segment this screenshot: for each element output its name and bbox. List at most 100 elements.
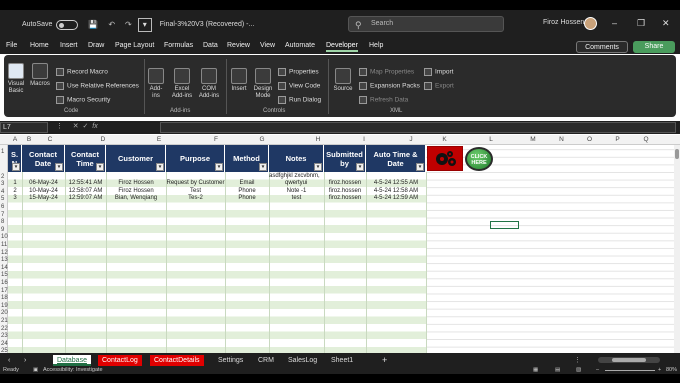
table-cell[interactable]: 10-May-24	[22, 188, 65, 194]
table-cell[interactable]: 06-May-24	[22, 180, 65, 186]
column-header-g[interactable]: G	[247, 136, 277, 143]
design-mode-button[interactable]: Design Mode	[252, 68, 274, 100]
table-header-submitted-by[interactable]: Submitted by ▾	[324, 145, 366, 172]
row-header[interactable]: 16	[1, 280, 8, 286]
com-addins-button[interactable]: COM Add-ins	[197, 68, 221, 100]
row-header[interactable]: 8	[1, 219, 4, 225]
row-header[interactable]: 19	[1, 303, 8, 309]
row-header[interactable]: 17	[1, 288, 8, 294]
macro-security-button[interactable]: Macro Security	[56, 96, 110, 104]
add-sheet-icon[interactable]: +	[378, 355, 391, 366]
enter-icon[interactable]: ✓	[83, 123, 89, 130]
table-cell[interactable]: Firoz Hossen	[106, 188, 166, 194]
tab-home[interactable]: Home	[30, 42, 49, 49]
row-header[interactable]: 10	[1, 234, 8, 240]
zoom-out-icon[interactable]: –	[596, 367, 599, 373]
macros-button[interactable]: Macros	[28, 63, 52, 88]
table-cell[interactable]: Note -1	[269, 188, 324, 194]
table-cell[interactable]: Request by Customer	[166, 180, 225, 186]
tab-draw[interactable]: Draw	[88, 42, 104, 49]
table-cell[interactable]: 15-May-24	[22, 195, 65, 201]
expansion-packs-button[interactable]: Expansion Packs	[359, 82, 420, 90]
tab-contactlog[interactable]: ContactLog	[98, 355, 142, 366]
vertical-scrollbar[interactable]	[674, 145, 680, 353]
table-header-auto-time-date[interactable]: Auto Time & Date ▾	[366, 145, 426, 172]
click-here-button[interactable]: CLICK HERE	[465, 147, 493, 171]
tab-help[interactable]: Help	[369, 42, 383, 49]
zoom-in-icon[interactable]: +	[658, 367, 661, 373]
page-break-view-icon[interactable]: ▧	[576, 367, 581, 373]
table-cell[interactable]: Firoz Hossen	[106, 180, 166, 186]
normal-view-icon[interactable]: ▦	[533, 367, 538, 373]
autosave-toggle[interactable]	[56, 19, 79, 30]
table-cell[interactable]: firoz.hossen	[324, 195, 366, 201]
tab-database[interactable]: Database	[53, 355, 91, 366]
selected-cell[interactable]	[490, 221, 519, 229]
table-cell[interactable]: 1	[8, 180, 22, 186]
column-header-m[interactable]: M	[519, 136, 547, 143]
column-header-h[interactable]: H	[297, 136, 339, 143]
tab-file[interactable]: File	[6, 42, 17, 49]
redo-icon[interactable]: ↷	[125, 20, 132, 29]
row-header[interactable]: 18	[1, 295, 8, 301]
filter-dropdown-icon[interactable]: ▾	[356, 163, 364, 171]
table-cell[interactable]: test	[269, 195, 324, 201]
row-header[interactable]: 9	[1, 227, 4, 233]
row-header[interactable]: 1	[1, 149, 4, 155]
filter-dropdown-icon[interactable]: ▾	[215, 163, 223, 171]
column-header-l[interactable]: L	[463, 136, 519, 143]
table-cell[interactable]: 4-5-24 12:55 AM	[366, 180, 426, 186]
filter-dropdown-icon[interactable]: ▾	[55, 163, 63, 171]
tab-saleslog[interactable]: SalesLog	[284, 355, 321, 366]
record-macro-button[interactable]: Record Macro	[56, 68, 108, 76]
filter-dropdown-icon[interactable]: ▾	[259, 163, 267, 171]
insert-control-button[interactable]: Insert	[229, 68, 249, 93]
tab-sheet1[interactable]: Sheet1	[327, 355, 357, 366]
source-button[interactable]: Source	[332, 68, 354, 93]
restore-icon[interactable]: ❐	[637, 18, 645, 29]
name-box[interactable]: L7	[0, 122, 48, 133]
table-header-notes[interactable]: Notes ▾	[269, 145, 324, 172]
table-cell[interactable]: 12:58:07 AM	[65, 188, 106, 194]
column-header-a[interactable]: A	[8, 136, 22, 143]
column-header-i[interactable]: I	[345, 136, 383, 143]
search-box[interactable]: ⚲ Search	[348, 16, 504, 32]
undo-icon[interactable]: ↶	[108, 20, 115, 29]
row-header[interactable]: 11	[1, 242, 7, 248]
row-header[interactable]: 20	[1, 310, 8, 316]
tab-page-layout[interactable]: Page Layout	[115, 42, 154, 49]
filter-dropdown-icon[interactable]: ▾	[12, 163, 20, 171]
table-cell[interactable]: Email	[225, 180, 269, 186]
column-header-n[interactable]: N	[547, 136, 576, 143]
tab-contactdetails[interactable]: ContactDetails	[150, 355, 204, 366]
column-header-f[interactable]: F	[196, 136, 236, 143]
comments-button[interactable]: Comments	[576, 41, 628, 53]
tab-view[interactable]: View	[260, 42, 275, 49]
page-layout-view-icon[interactable]: ▤	[555, 367, 560, 373]
save-icon[interactable]: 💾	[88, 20, 98, 29]
row-header[interactable]: 12	[1, 250, 8, 256]
close-icon[interactable]: ✕	[662, 18, 670, 29]
visual-basic-button[interactable]: Visual Basic	[6, 63, 26, 95]
row-header[interactable]: 6	[1, 204, 4, 210]
addins-button[interactable]: Add-ins	[146, 68, 166, 100]
scroll-right-icon[interactable]: ›	[20, 355, 30, 366]
column-header-o[interactable]: O	[576, 136, 603, 143]
table-cell[interactable]: 12:59:07 AM	[65, 195, 106, 201]
table-cell[interactable]: Test	[166, 188, 225, 194]
column-header-c[interactable]: C	[36, 136, 64, 143]
column-header-e[interactable]: E	[136, 136, 182, 143]
row-header[interactable]: 15	[1, 272, 8, 278]
excel-addins-button[interactable]: Excel Add-ins	[170, 68, 194, 100]
filter-dropdown-icon[interactable]: ▾	[416, 163, 424, 171]
table-header-contact-time[interactable]: Contact Time ▾	[65, 145, 106, 172]
more-icon[interactable]: ⋮	[570, 355, 585, 366]
dropdown-icon[interactable]: ⋮	[56, 123, 63, 130]
table-header-contact-date[interactable]: Contact Date ▾	[22, 145, 65, 172]
refresh-data-button[interactable]: Refresh Data	[359, 96, 408, 104]
table-cell[interactable]: firoz.hossen	[324, 180, 366, 186]
row-header[interactable]: 2	[1, 174, 4, 180]
filter-dropdown-icon[interactable]: ▾	[156, 163, 164, 171]
tab-formulas[interactable]: Formulas	[164, 42, 193, 49]
minimize-icon[interactable]: –	[612, 18, 617, 28]
